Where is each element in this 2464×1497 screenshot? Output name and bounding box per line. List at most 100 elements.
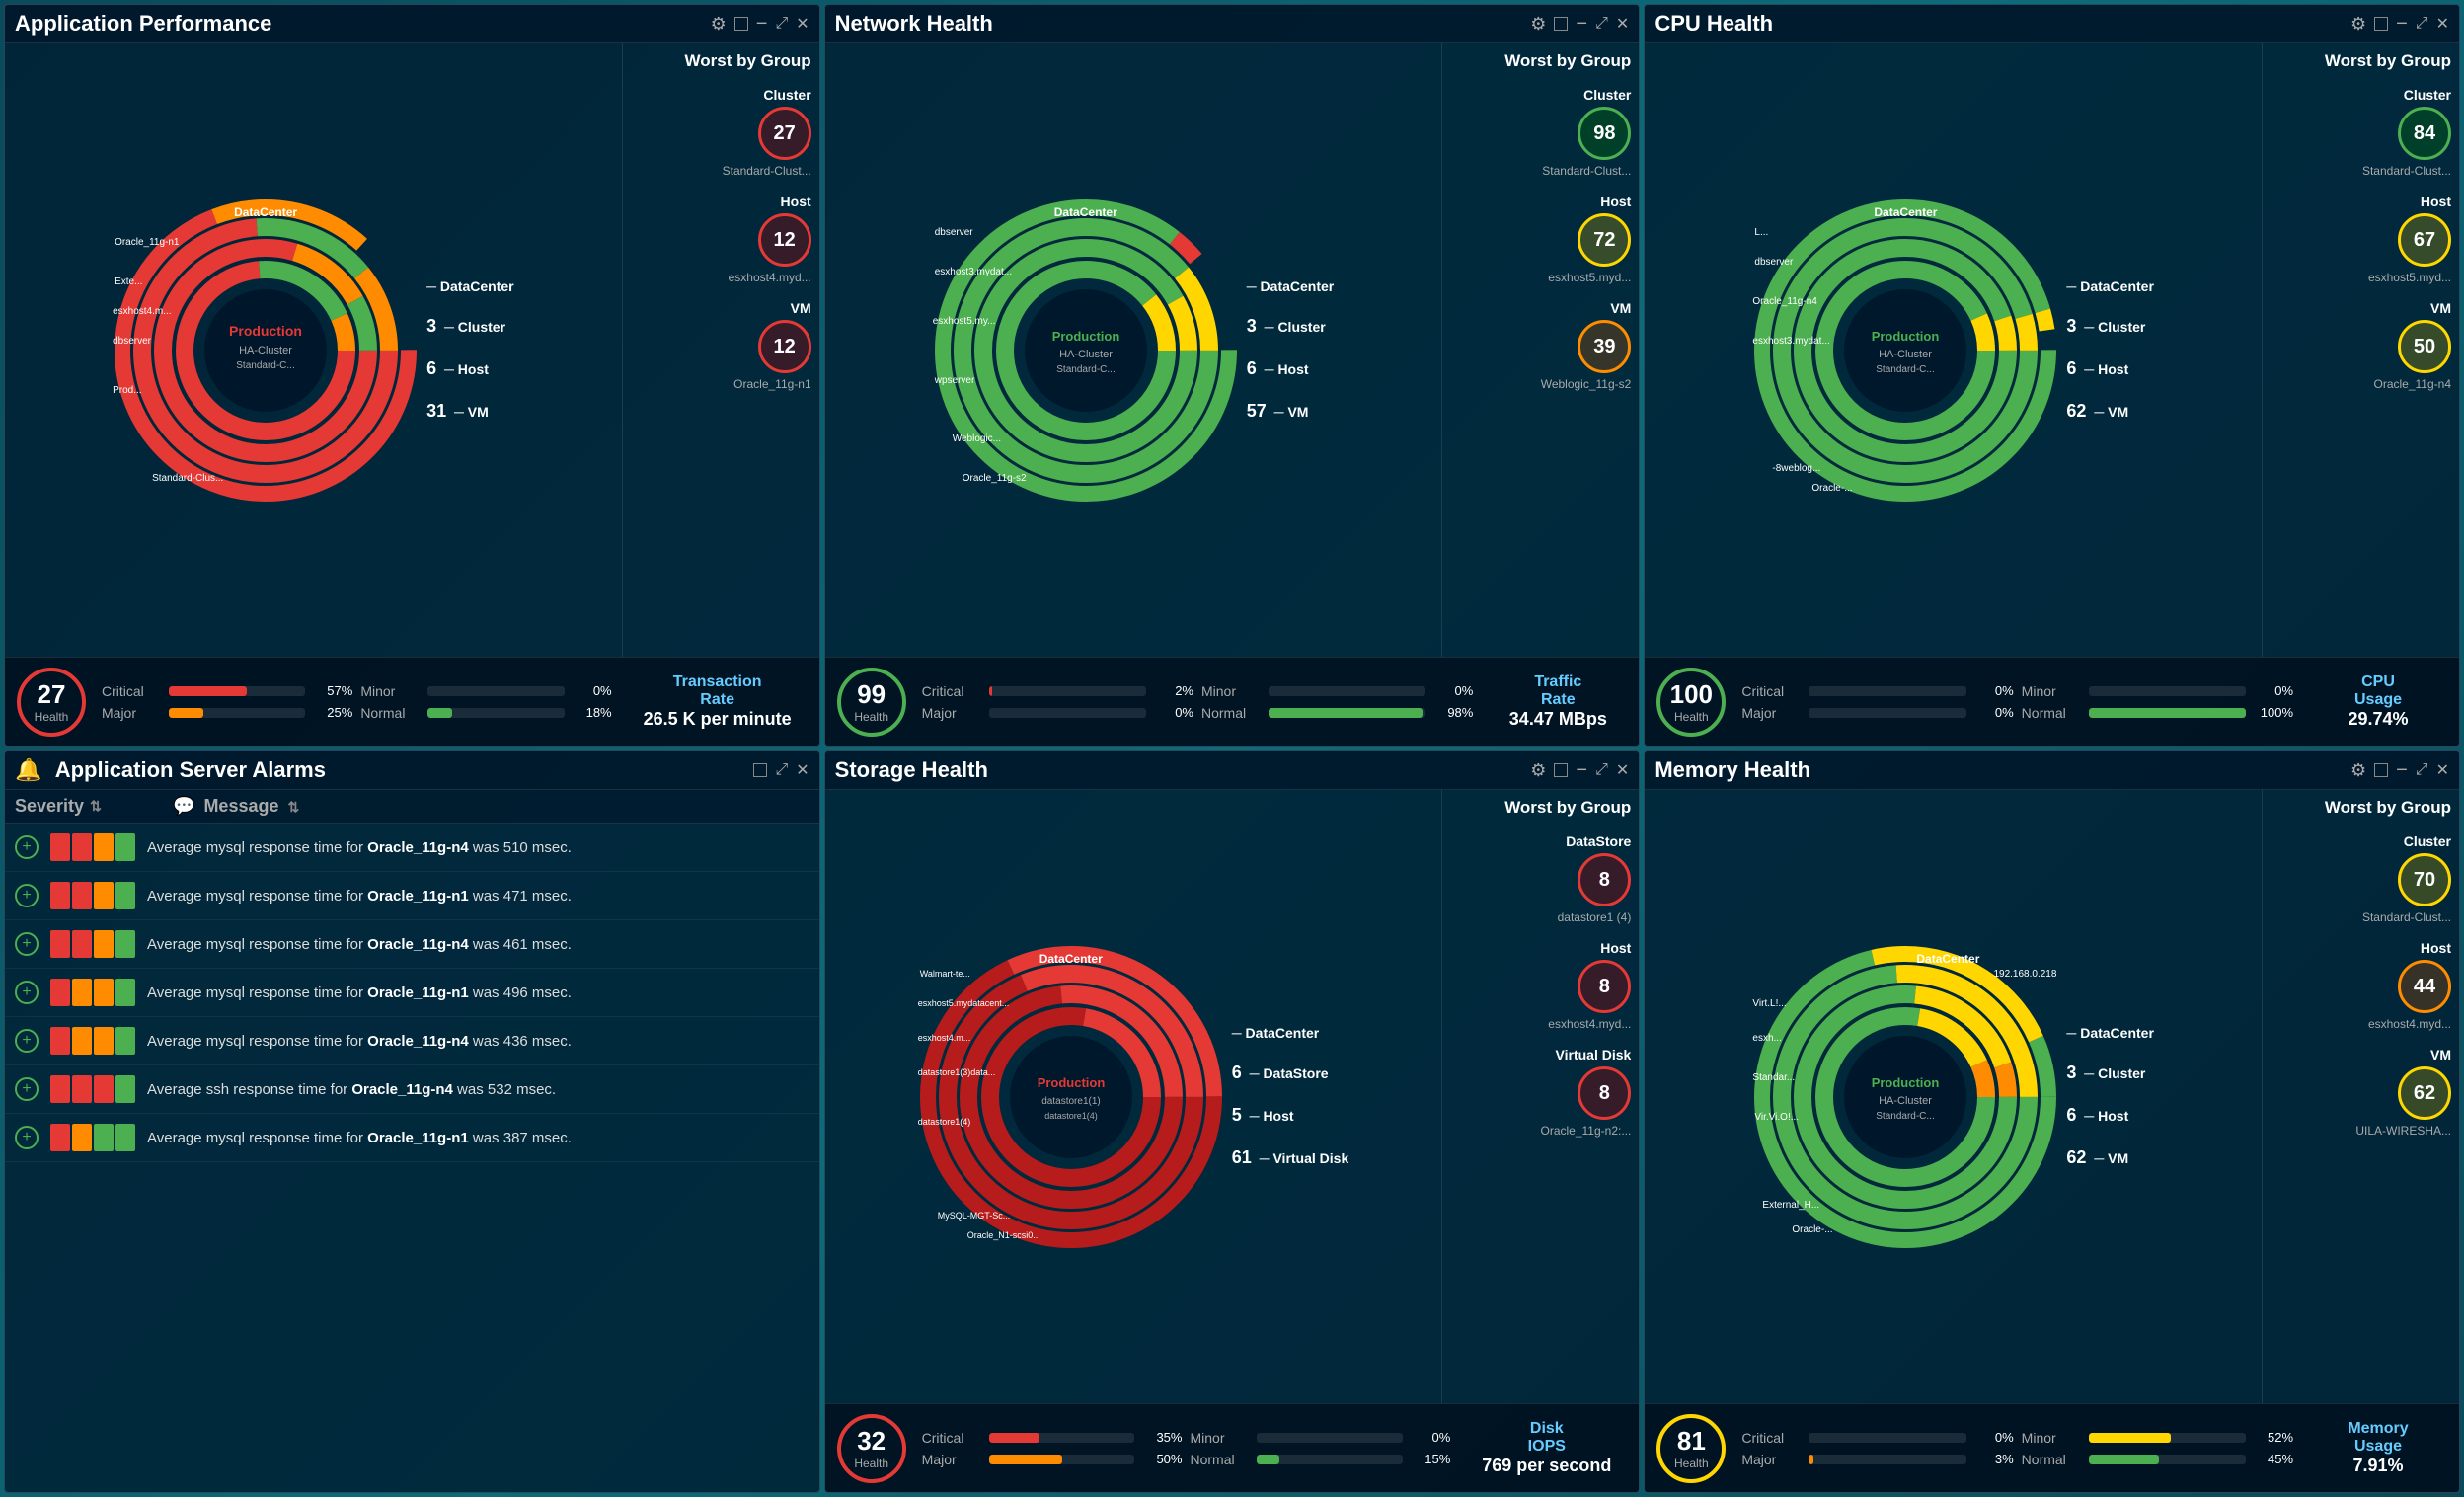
mem-vir-vi: Vir.Vi.O!... — [1754, 1112, 1799, 1123]
svg-text:Standard-C...: Standard-C... — [1877, 1111, 1935, 1122]
net-esxhost5: esxhost5.my... — [933, 316, 996, 327]
app-perf-title: Application Performance — [15, 11, 271, 37]
memory-vm-badge: 62 — [2398, 1066, 2451, 1120]
memory-controls: ⚙ − ⤢ ✕ — [2350, 760, 2449, 781]
storage-health-number: 32 — [857, 1426, 886, 1457]
cpu-chart-section: Production HA-Cluster Standard-C... Data… — [1645, 43, 2262, 657]
alarm-severity-bars — [50, 930, 135, 958]
dbserver-label: dbserver — [113, 336, 151, 347]
alarm-expand-icon[interactable]: ⤢ — [775, 761, 788, 779]
net-host-badge: 72 — [1578, 213, 1631, 267]
alarm-close-icon[interactable]: ✕ — [796, 760, 808, 780]
storage-ds2: datastore1(4) — [918, 1117, 971, 1127]
net-major-row: Major 0% Normal 98% — [922, 705, 1474, 721]
minimize-icon[interactable]: − — [756, 14, 768, 34]
cpu-oracle2: Oracle-... — [1811, 483, 1852, 494]
memory-panel: Memory Health ⚙ − ⤢ ✕ — [1644, 750, 2460, 1493]
memory-close-icon[interactable]: ✕ — [2436, 760, 2449, 780]
alarm-expand-btn[interactable]: + — [15, 1029, 38, 1053]
major-row: Major 25% Normal 18% — [102, 705, 612, 721]
storage-metric-value: 769 per second — [1482, 1456, 1611, 1476]
net-weblogic: Weblogic... — [953, 433, 1001, 444]
svg-text:Production: Production — [229, 323, 302, 339]
alarm-expand-btn[interactable]: + — [15, 1077, 38, 1101]
critical-label: Critical — [102, 683, 161, 699]
alarm-square-icon[interactable] — [753, 763, 767, 777]
cpu-expand-icon[interactable]: ⤢ — [2416, 15, 2428, 33]
cpu-square-icon[interactable] — [2374, 17, 2388, 31]
storage-minimize-icon[interactable]: − — [1576, 760, 1587, 780]
app-perf-controls: ⚙ − ⤢ ✕ — [711, 14, 809, 35]
app-perf-ring-labels: ─ DataCenter 3 ─ Cluster 6 ─ Host 31 ─ V… — [426, 278, 514, 422]
exte-label: Exte... — [115, 276, 142, 287]
alarm-expand-btn[interactable]: + — [15, 981, 38, 1004]
memory-header: Memory Health ⚙ − ⤢ ✕ — [1645, 751, 2459, 790]
network-title: Network Health — [835, 11, 993, 37]
close-icon[interactable]: ✕ — [796, 14, 808, 34]
memory-gear-icon[interactable]: ⚙ — [2350, 760, 2366, 781]
net-critical-row: Critical 2% Minor 0% — [922, 683, 1474, 699]
app-perf-vm-worst: VM 12 Oracle_11g-n1 — [631, 300, 811, 391]
storage-metric-label: DiskIOPS — [1528, 1420, 1566, 1456]
cpu-donut: Production HA-Cluster Standard-C... Data… — [1752, 197, 2058, 504]
net-gear-icon[interactable]: ⚙ — [1530, 14, 1546, 35]
memory-minimize-icon[interactable]: − — [2396, 760, 2408, 780]
storage-expand-icon[interactable]: ⤢ — [1595, 761, 1608, 779]
net-expand-icon[interactable]: ⤢ — [1595, 15, 1608, 33]
major-bar-bg — [169, 708, 305, 718]
memory-host-ring: 6 ─ Host — [2066, 1105, 2128, 1126]
net-wpserver: wpserver — [935, 375, 975, 386]
storage-close-icon[interactable]: ✕ — [1616, 760, 1629, 780]
network-body: Production HA-Cluster Standard-C... Data… — [825, 43, 1640, 657]
cpu-close-icon[interactable]: ✕ — [2436, 14, 2449, 34]
cpu-health-number: 100 — [1670, 679, 1713, 710]
network-svg: Production HA-Cluster Standard-C... — [933, 197, 1239, 504]
net-oracle: Oracle_11g-s2 — [962, 473, 1027, 484]
cpu-minimize-icon[interactable]: − — [2396, 14, 2408, 34]
cpu-header: CPU Health ⚙ − ⤢ ✕ — [1645, 5, 2459, 43]
cluster-name: Standard-Clust... — [723, 164, 811, 178]
alarm-severity-bars — [50, 1027, 135, 1055]
storage-square-icon[interactable] — [1554, 763, 1568, 777]
memory-severity: Critical 0% Minor 52% Major 3% Normal 45… — [1741, 1430, 2293, 1467]
net-vm-worst: VM 39 Weblogic_11g-s2 — [1450, 300, 1631, 391]
cpu-severity: Critical 0% Minor 0% Major 0% Normal 100… — [1741, 683, 2293, 721]
svg-text:Standard-C...: Standard-C... — [1877, 364, 1935, 375]
expand-icon[interactable]: ⤢ — [775, 15, 788, 33]
square-icon[interactable] — [734, 17, 748, 31]
cpu-vm-label: VM — [2430, 300, 2451, 316]
alarm-severity-col-header[interactable]: Severity ⇅ — [15, 796, 153, 817]
alarm-message-col-header[interactable]: 💬 Message ⇅ — [173, 796, 809, 817]
alarm-expand-btn[interactable]: + — [15, 932, 38, 956]
cpu-gear-icon[interactable]: ⚙ — [2350, 14, 2366, 35]
cpu-body: Production HA-Cluster Standard-C... Data… — [1645, 43, 2459, 657]
cluster-badge: 27 — [758, 107, 811, 160]
cpu-metric-label: CPUUsage — [2354, 673, 2402, 709]
memory-square-icon[interactable] — [2374, 763, 2388, 777]
alarm-expand-btn[interactable]: + — [15, 884, 38, 907]
alarm-message: Average mysql response time for Oracle_1… — [147, 985, 809, 1001]
storage-gear-icon[interactable]: ⚙ — [1530, 760, 1546, 781]
gear-icon[interactable]: ⚙ — [711, 14, 727, 35]
net-square-icon[interactable] — [1554, 17, 1568, 31]
net-minimize-icon[interactable]: − — [1576, 14, 1587, 34]
normal-pct: 18% — [573, 705, 612, 720]
net-close-icon[interactable]: ✕ — [1616, 14, 1629, 34]
storage-critical-row: Critical 35% Minor 0% — [922, 1430, 1451, 1446]
storage-host-worst: Host 8 esxhost4.myd... — [1450, 940, 1631, 1031]
alarm-expand-btn[interactable]: + — [15, 835, 38, 859]
cpu-major-row: Major 0% Normal 100% — [1741, 705, 2293, 721]
storage-host-label: Host — [1600, 940, 1631, 956]
memory-donut: Production HA-Cluster Standard-C... Data… — [1752, 944, 2058, 1250]
app-performance-panel: Application Performance ⚙ − ⤢ ✕ — [4, 4, 820, 747]
cpu-host-ring: 6 ─ Host — [2066, 358, 2128, 379]
dashboard: Application Performance ⚙ − ⤢ ✕ — [0, 0, 2464, 1497]
storage-walmart: Walmart-te... — [920, 969, 970, 979]
cpu-cluster-badge: 84 — [2398, 107, 2451, 160]
memory-expand-icon[interactable]: ⤢ — [2416, 761, 2428, 779]
alarm-severity-bars — [50, 1124, 135, 1151]
alarm-severity-bars — [50, 1075, 135, 1103]
alarm-expand-btn[interactable]: + — [15, 1126, 38, 1149]
cluster-type-label: Cluster — [763, 87, 810, 103]
net-vm-badge: 39 — [1578, 320, 1631, 373]
